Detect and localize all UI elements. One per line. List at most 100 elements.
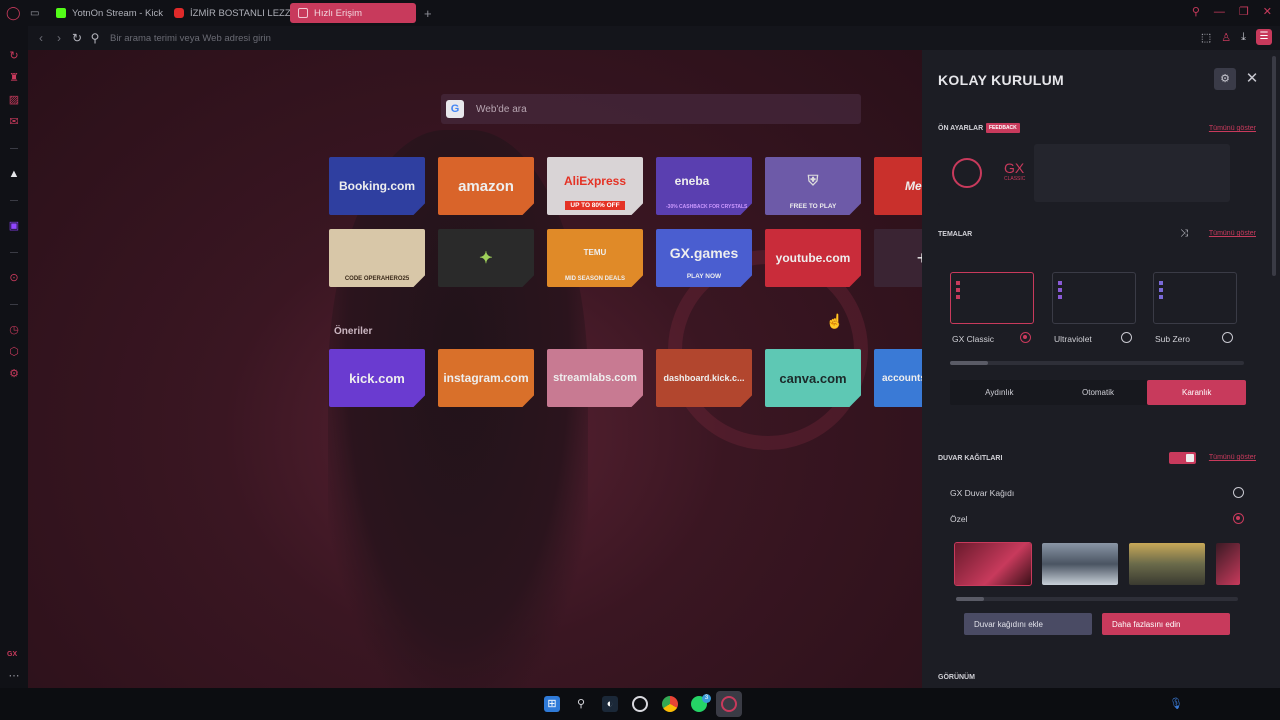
add-wallpaper-button[interactable]: Duvar kağıdını ekle [964,613,1092,635]
wallpapers-show-all-link[interactable]: Tümünü göster [1209,454,1256,461]
extensions-icon[interactable]: ⬡ [8,346,20,358]
windows-start-icon[interactable]: ⊞ [544,696,560,712]
new-tab-button[interactable]: + [416,3,436,23]
tab-youtube[interactable]: İZMİR BOSTANLI LEZZET [166,3,290,23]
opera-gx-menu-button[interactable]: ◯ [0,3,24,23]
wallpaper-thumbnail[interactable] [1216,543,1240,585]
tab-speed-dial[interactable]: Hızlı Erişim [290,3,416,23]
themes-scrollbar[interactable] [950,361,1244,365]
settings-gear-icon[interactable]: ⚙ [1214,68,1236,90]
preset-title: GX [1004,160,1025,176]
opera-icon[interactable] [632,696,648,712]
theme-radio-sub-zero[interactable] [1222,332,1233,343]
panel-scrollbar[interactable] [1272,56,1276,276]
add-site-button[interactable]: + [874,229,922,287]
gx-control-icon[interactable]: ↻ [8,50,20,62]
tile-gx-games[interactable]: GX.games PLAY NOW [656,229,752,287]
aria-ai-icon[interactable]: ▲ [8,168,20,180]
game-logo-icon: ✦ [479,250,493,267]
opera-gx-taskbar-button[interactable] [716,691,742,717]
reload-icon[interactable]: ↻ [68,31,86,45]
speed-dial-search[interactable]: G Web'de ara [441,94,861,124]
suggestion-tile[interactable]: accounts. [874,349,922,407]
snapshot-icon[interactable]: ⬚ [1201,31,1211,44]
tile-temu[interactable]: TEMU MID SEASON DEALS [547,229,643,287]
close-icon[interactable]: ✕ [1263,5,1272,19]
minimize-icon[interactable]: — [1214,5,1225,19]
suggestion-tile[interactable]: dashboard.kick.c... [656,349,752,407]
suggestion-tile[interactable]: canva.com [765,349,861,407]
get-more-wallpapers-button[interactable]: Daha fazlasını edin [1102,613,1230,635]
sidebar-divider [10,252,18,253]
suggestion-tile[interactable]: instagram.com [438,349,534,407]
profile-icon[interactable]: ♙ [1221,31,1231,44]
forward-icon[interactable]: › [50,31,68,45]
wallpaper-toggle[interactable] [1169,452,1196,464]
suggestion-tile[interactable]: kick.com [329,349,425,407]
theme-radio-ultraviolet[interactable] [1121,332,1132,343]
steam-icon[interactable]: ◐ [602,696,618,712]
wallpaper-radio-custom[interactable] [1233,513,1244,524]
themes-show-all-link[interactable]: Tümünü göster [1209,230,1256,237]
gx-classic-preset[interactable]: GX CLASSIC [1004,160,1025,182]
tile-label: instagram.com [443,371,529,385]
appearance-label: GÖRÜNÜM [938,674,975,681]
mail-icon[interactable]: ✉ [8,116,20,128]
tile-booking[interactable]: Booking.com [329,157,425,215]
wallpaper-thumbnail[interactable] [954,542,1032,586]
back-icon[interactable]: ‹ [32,31,50,45]
tile-aliexpress[interactable]: AliExpress UP TO 80% OFF [547,157,643,215]
player-icon[interactable]: ⊙ [8,272,20,284]
shuffle-icon[interactable]: ⤨ [1180,228,1188,239]
more-icon[interactable]: ⋯ [8,670,20,682]
preset-sub: CLASSIC [1004,176,1026,182]
address-input[interactable]: Bir arama terimi veya Web adresi girin [110,33,271,44]
tile-game-art[interactable]: ✦ [438,229,534,287]
theme-ultraviolet[interactable] [1052,272,1136,324]
settings-icon[interactable]: ⚙ [8,368,20,380]
chrome-icon[interactable] [662,696,678,712]
themes-label: TEMALAR [938,231,973,238]
tab-kick[interactable]: YotnOn Stream - Kick Da [48,3,166,23]
theme-radio-gx-classic[interactable] [1020,332,1031,343]
wallpapers-scroll-thumb[interactable] [956,597,984,601]
sidebar-divider [10,200,18,201]
wallpaper-thumbnail[interactable] [1129,543,1205,585]
tile-hero-game[interactable]: CODE OPERAHERO25 [329,229,425,287]
suggestion-tile[interactable]: streamlabs.com [547,349,643,407]
mode-dark-button[interactable]: Karanlık [1147,380,1247,405]
search-icon[interactable]: ⚲ [573,696,589,712]
tab-search-icon[interactable]: ⚲ [1192,5,1200,19]
theme-name: Sub Zero [1155,334,1190,344]
tile-amazon[interactable]: amazon [438,157,534,215]
themes-scroll-thumb[interactable] [950,361,988,365]
maximize-icon[interactable]: ❐ [1239,5,1249,19]
feedback-badge[interactable]: FEEDBACK [986,123,1020,133]
gx-corner-icon[interactable]: ♜ [8,72,20,84]
close-panel-icon[interactable]: ✕ [1244,68,1260,90]
easy-setup-menu-icon[interactable]: ☰ [1256,29,1272,45]
wallpapers-scrollbar[interactable] [956,597,1238,601]
theme-gx-classic[interactable] [950,272,1034,324]
wallpaper-radio-gx[interactable] [1233,487,1244,498]
tile-eneba[interactable]: eneba -30% CASHBACK FOR CRYSTALS [656,157,752,215]
theme-sub-zero[interactable] [1153,272,1237,324]
tile-youtube[interactable]: youtube.com [765,229,861,287]
tile-label: accounts. [882,372,922,384]
news-icon[interactable]: ▨ [8,94,20,106]
twitch-icon[interactable]: ▣ [8,220,20,232]
os-taskbar: ⊞ ⚲ ◐ 3 🎙 [0,688,1280,720]
tile-world-of-tanks[interactable]: ⛨ FREE TO PLAY [765,157,861,215]
presets-show-all-link[interactable]: Tümünü göster [1209,125,1256,132]
workspace-button[interactable]: ▭ [24,3,48,23]
mode-auto-button[interactable]: Otomatik [1049,380,1148,405]
history-icon[interactable]: ◷ [8,324,20,336]
wallpaper-thumbnail[interactable] [1042,543,1118,585]
tile-media[interactable]: Media [874,157,922,215]
opera-preset-icon[interactable] [952,158,982,188]
mode-light-button[interactable]: Aydınlık [950,380,1049,405]
microphone-icon[interactable]: 🎙 [1168,696,1184,712]
preset-placeholder[interactable] [1034,144,1230,202]
download-icon[interactable]: ⤓ [1241,31,1246,44]
speed-dial-page: G Web'de ara Booking.com amazon AliExpre… [28,50,922,688]
